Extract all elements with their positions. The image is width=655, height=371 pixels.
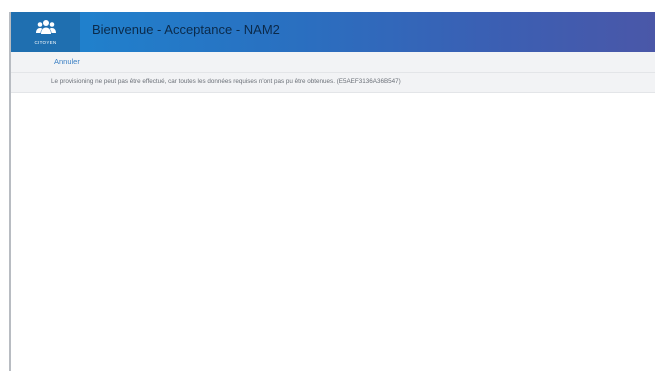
error-message-bar: Le provisioning ne peut pas être effectu… [11, 73, 655, 93]
cancel-link[interactable]: Annuler [54, 57, 80, 66]
error-message-text: Le provisioning ne peut pas être effectu… [51, 78, 401, 85]
page: CITOYEN Bienvenue - Acceptance - NAM2 An… [0, 0, 655, 371]
logo-label: CITOYEN [34, 40, 57, 45]
logo[interactable]: CITOYEN [11, 12, 80, 52]
page-title: Bienvenue - Acceptance - NAM2 [92, 22, 280, 37]
users-group-icon [36, 20, 56, 34]
app-header: CITOYEN Bienvenue - Acceptance - NAM2 [11, 12, 655, 52]
toolbar: Annuler [11, 52, 655, 73]
